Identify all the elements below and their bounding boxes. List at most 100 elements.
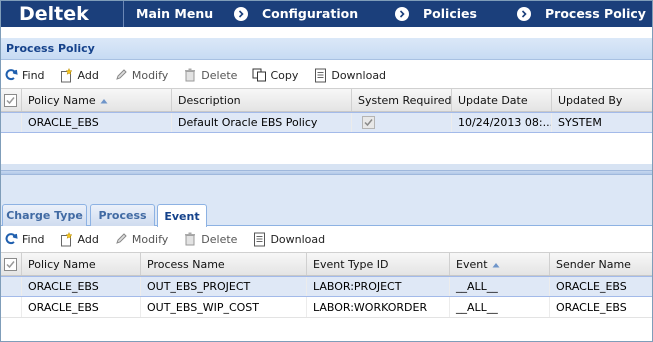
table-row[interactable]: ORACLE_EBS OUT_EBS_WIP_COST LABOR:WORKOR…	[0, 297, 653, 318]
modify-label: Modify	[131, 232, 169, 246]
trash-icon	[182, 67, 198, 83]
chevron-right-icon	[395, 6, 409, 21]
column-header-label: Event	[456, 257, 488, 271]
nav-policies-label: Policies	[423, 6, 477, 21]
cell-description: Default Oracle EBS Policy	[172, 113, 352, 132]
column-header-update-date[interactable]: Update Date	[452, 89, 552, 111]
nav-process-policy[interactable]: Process Policy	[517, 0, 653, 27]
column-header-policy-name[interactable]: Policy Name	[22, 89, 172, 111]
column-header-sender-name[interactable]: Sender Name	[550, 253, 653, 275]
grid-header: Policy Name Process Name Event Type ID E…	[0, 252, 653, 276]
select-all-checkbox[interactable]	[0, 253, 22, 275]
checkbox-icon	[4, 93, 17, 107]
nav-main-menu-label: Main Menu	[136, 6, 214, 21]
deltek-logo[interactable]: Deltek	[0, 0, 124, 27]
find-label: Find	[22, 232, 45, 246]
column-header-label: Policy Name	[28, 257, 96, 271]
column-header-updated-by[interactable]: Updated By	[552, 89, 653, 111]
tab-event[interactable]: Event	[157, 204, 207, 227]
find-button[interactable]: Find	[3, 67, 45, 83]
trash-icon	[182, 231, 198, 247]
column-header-label: Event Type ID	[313, 257, 389, 271]
column-header-label: Sender Name	[556, 257, 631, 271]
nav-main-menu[interactable]: Main Menu	[124, 0, 234, 27]
event-toolbar: Find Add Modify Delete Download	[0, 227, 653, 251]
tab-label: Event	[164, 209, 200, 223]
download-document-icon	[251, 231, 267, 247]
cell-process-name: OUT_EBS_WIP_COST	[141, 297, 307, 317]
tab-label: Process	[98, 209, 147, 222]
cell-update-date: 10/24/2013 08:...	[452, 113, 552, 132]
delete-label: Delete	[201, 68, 238, 82]
chevron-right-icon	[234, 6, 248, 21]
panel-title: Process Policy	[6, 42, 95, 55]
pencil-icon	[113, 231, 129, 247]
cell-event-type-id: LABOR:WORKORDER	[307, 297, 450, 317]
process-policy-toolbar: Find Add Modify Delete Copy Download	[0, 63, 653, 87]
add-label: Add	[77, 232, 99, 246]
process-policy-grid: Policy Name Description System Required …	[0, 88, 653, 133]
checkbox-icon	[4, 257, 17, 271]
column-header-event-type-id[interactable]: Event Type ID	[307, 253, 450, 275]
table-row[interactable]: ORACLE_EBS Default Oracle EBS Policy 10/…	[0, 112, 653, 133]
cell-policy-name: ORACLE_EBS	[22, 297, 141, 317]
cell-process-name: OUT_EBS_PROJECT	[141, 277, 307, 296]
tab-charge-type[interactable]: Charge Type	[2, 204, 87, 226]
nav-configuration[interactable]: Configuration	[234, 0, 395, 27]
spacer	[0, 27, 653, 38]
download-label: Download	[270, 232, 326, 246]
copy-button[interactable]: Copy	[251, 67, 298, 83]
column-header-label: Description	[178, 93, 241, 107]
modify-button[interactable]: Modify	[113, 67, 168, 83]
cell-updated-by: SYSTEM	[558, 116, 602, 129]
column-header-label: System Required	[358, 93, 452, 107]
modify-label: Modify	[131, 68, 169, 82]
tab-strip: Charge Type Process Event	[0, 199, 653, 227]
delete-label: Delete	[201, 232, 238, 246]
modify-button[interactable]: Modify	[113, 231, 168, 247]
cell-event-type-id: LABOR:PROJECT	[307, 277, 450, 296]
column-header-system-required[interactable]: System Required	[352, 89, 452, 111]
top-navigation-bar: Deltek Main Menu Configuration Policies …	[0, 0, 653, 27]
column-header-description[interactable]: Description	[172, 89, 352, 111]
sort-ascending-icon	[100, 94, 108, 107]
add-button[interactable]: Add	[59, 231, 99, 247]
delete-button[interactable]: Delete	[182, 231, 237, 247]
refresh-icon	[3, 231, 19, 247]
cell-event: __ALL__	[450, 277, 550, 296]
add-label: Add	[77, 68, 99, 82]
sort-ascending-icon	[492, 258, 500, 271]
find-button[interactable]: Find	[3, 231, 45, 247]
column-header-label: Process Name	[147, 257, 225, 271]
column-header-process-name[interactable]: Process Name	[141, 253, 307, 275]
checked-checkbox-icon	[362, 116, 375, 129]
column-header-label: Policy Name	[28, 93, 96, 107]
cell-sender-name: ORACLE_EBS	[556, 300, 627, 314]
delete-button[interactable]: Delete	[182, 67, 237, 83]
cell-event: __ALL__	[450, 297, 550, 317]
row-selector[interactable]	[0, 297, 22, 317]
column-header-policy-name[interactable]: Policy Name	[22, 253, 141, 275]
nav-configuration-label: Configuration	[262, 6, 359, 21]
cell-sender-name: ORACLE_EBS	[556, 280, 627, 293]
column-header-event[interactable]: Event	[450, 253, 550, 275]
grid-header: Policy Name Description System Required …	[0, 88, 653, 112]
table-row[interactable]: ORACLE_EBS OUT_EBS_PROJECT LABOR:PROJECT…	[0, 276, 653, 297]
grid-empty-area	[0, 134, 653, 164]
download-button[interactable]: Download	[251, 231, 325, 247]
panel-header-process-policy: Process Policy	[0, 38, 653, 60]
download-button[interactable]: Download	[312, 67, 386, 83]
add-button[interactable]: Add	[59, 67, 99, 83]
download-label: Download	[331, 68, 387, 82]
event-grid: Policy Name Process Name Event Type ID E…	[0, 252, 653, 318]
select-all-checkbox[interactable]	[0, 89, 22, 111]
tab-process[interactable]: Process	[90, 204, 155, 226]
find-label: Find	[22, 68, 45, 82]
column-header-label: Update Date	[458, 93, 528, 107]
refresh-icon	[3, 67, 19, 83]
row-selector[interactable]	[0, 277, 22, 296]
row-selector[interactable]	[0, 113, 22, 132]
nav-policies[interactable]: Policies	[395, 0, 517, 27]
copy-label: Copy	[270, 68, 299, 82]
tab-label: Charge Type	[6, 209, 83, 222]
